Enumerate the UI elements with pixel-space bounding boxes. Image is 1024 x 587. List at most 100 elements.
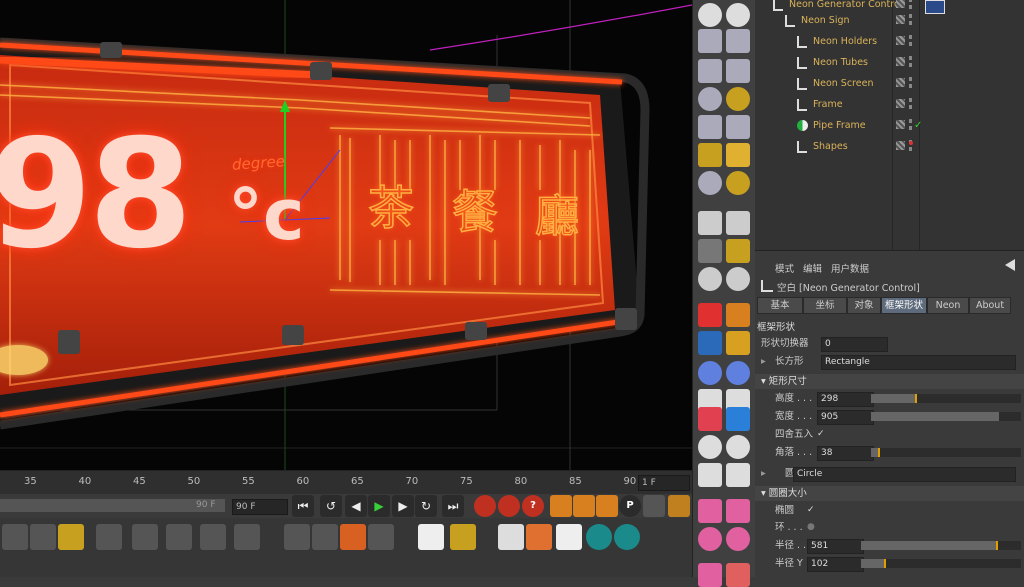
export-icon[interactable] (526, 524, 552, 550)
palette-tool-icon[interactable] (726, 239, 750, 263)
palette-tool-icon[interactable] (726, 463, 750, 487)
enabled-check-icon[interactable]: ✓ (914, 116, 922, 136)
prev-key-button[interactable]: ↺ (320, 495, 342, 517)
globe-icon-2[interactable] (614, 524, 640, 550)
palette-tool-icon[interactable] (698, 211, 722, 235)
ring-checkbox[interactable]: ● (807, 522, 818, 533)
render-toggle-icon[interactable] (909, 14, 912, 25)
attribute-tab[interactable]: 坐标 (803, 297, 847, 314)
palette-tool-icon[interactable] (726, 331, 750, 355)
palette-tool-icon[interactable] (726, 143, 750, 167)
render-toggle-icon[interactable] (909, 56, 912, 67)
palette-tool-icon[interactable] (698, 115, 722, 139)
palette-tool-icon[interactable] (726, 115, 750, 139)
keyframe-help-button[interactable]: ? (522, 495, 544, 517)
tool-icon-6[interactable] (166, 524, 192, 550)
point-level-button[interactable] (643, 495, 665, 517)
palette-tool-icon[interactable] (726, 361, 750, 385)
render-toggle-icon[interactable] (909, 119, 912, 130)
height-field[interactable]: 298 (817, 392, 874, 407)
radius-y-slider[interactable] (861, 559, 1021, 568)
palette-tool-icon[interactable] (726, 527, 750, 551)
round-checkbox[interactable]: ✓ (817, 429, 828, 440)
visibility-toggle-icon[interactable] (896, 36, 905, 45)
width-slider[interactable] (871, 412, 1021, 421)
rect-dropdown[interactable]: Rectangle (821, 355, 1016, 370)
palette-tool-icon[interactable] (698, 303, 722, 327)
visibility-toggle-icon[interactable] (896, 0, 905, 8)
object-row[interactable]: Neon Tubes (755, 53, 1024, 73)
circle-dropdown[interactable]: Circle (793, 467, 1016, 482)
radius-slider[interactable] (861, 541, 1021, 550)
palette-tool-icon[interactable] (726, 435, 750, 459)
height-slider[interactable] (871, 394, 1021, 403)
render-toggle-icon[interactable] (909, 77, 912, 88)
frame-range-slider[interactable] (0, 499, 225, 512)
palette-tool-icon[interactable] (726, 171, 750, 195)
disabled-dot-icon[interactable] (909, 141, 913, 145)
render-toggle-icon[interactable] (909, 98, 912, 109)
visibility-toggle-icon[interactable] (896, 15, 905, 24)
menu-edit[interactable]: 编辑 (803, 261, 822, 275)
palette-tool-icon[interactable] (698, 435, 722, 459)
tool-icon-10[interactable] (312, 524, 338, 550)
section-circle-size[interactable]: ▾ 圆圈大小 (755, 486, 1024, 501)
palette-tool-icon[interactable] (726, 407, 750, 431)
corner-slider[interactable] (871, 448, 1021, 457)
menu-mode[interactable]: 模式 (775, 261, 794, 275)
param-key-button[interactable]: P (619, 495, 641, 517)
filmstrip-button[interactable] (668, 495, 690, 517)
globe-icon-1[interactable] (586, 524, 612, 550)
palette-tool-icon[interactable] (726, 499, 750, 523)
palette-tool-icon[interactable] (698, 361, 722, 385)
autokey-button[interactable] (498, 495, 520, 517)
import-icon[interactable] (498, 524, 524, 550)
step-back-button[interactable]: ◀ (345, 495, 367, 517)
tool-icon-8[interactable] (234, 524, 260, 550)
corner-field[interactable]: 38 (817, 446, 874, 461)
tool-icon-7[interactable] (200, 524, 226, 550)
tool-icon-1[interactable] (2, 524, 28, 550)
palette-tool-icon[interactable] (726, 211, 750, 235)
tool-icon-9[interactable] (284, 524, 310, 550)
object-row[interactable]: Shapes (755, 137, 1024, 157)
attribute-tab[interactable]: About (969, 297, 1011, 314)
goto-start-button[interactable]: ⏮ (292, 495, 314, 517)
palette-tool-icon[interactable] (698, 59, 722, 83)
rotate-key-button[interactable] (596, 495, 618, 517)
palette-tool-icon[interactable] (698, 407, 722, 431)
palette-tool-icon[interactable] (698, 527, 722, 551)
current-frame-field[interactable]: 1 F (638, 475, 690, 491)
radius-field[interactable]: 581 (807, 539, 864, 554)
object-row[interactable]: Neon Sign (755, 11, 1024, 31)
palette-tool-icon[interactable] (698, 143, 722, 167)
heart-icon[interactable] (556, 524, 582, 550)
palette-tool-icon[interactable] (698, 239, 722, 263)
3d-viewport[interactable]: 98 °c degree 茶 餐 廳 (0, 0, 692, 470)
visibility-toggle-icon[interactable] (896, 120, 905, 129)
tool-icon-4[interactable] (96, 524, 122, 550)
render-settings-icon[interactable] (450, 524, 476, 550)
step-forward-button[interactable]: ▶ (392, 495, 414, 517)
palette-tool-icon[interactable] (726, 29, 750, 53)
ellipse-checkbox[interactable]: ✓ (807, 505, 818, 516)
palette-tool-icon[interactable] (698, 331, 722, 355)
visibility-toggle-icon[interactable] (896, 141, 905, 150)
visibility-toggle-icon[interactable] (896, 78, 905, 87)
palette-tool-icon[interactable] (698, 171, 722, 195)
attribute-tab[interactable]: 框架形状 (881, 297, 927, 314)
next-key-button[interactable]: ↻ (415, 495, 437, 517)
attribute-tab[interactable]: Neon (927, 297, 969, 314)
visibility-toggle-icon[interactable] (896, 57, 905, 66)
timeline-ruler[interactable]: 35 40 45 50 55 60 65 70 75 80 85 90 1 F (0, 470, 692, 495)
end-frame-field[interactable]: 90 F (232, 499, 288, 515)
palette-tool-icon[interactable] (698, 463, 722, 487)
palette-tool-icon[interactable] (698, 87, 722, 111)
object-row[interactable]: Pipe Frame ✓ (755, 116, 1024, 136)
tool-icon-5[interactable] (132, 524, 158, 550)
render-toggle-icon[interactable] (909, 35, 912, 46)
play-button[interactable]: ▶ (368, 495, 390, 517)
render-view-icon[interactable] (418, 524, 444, 550)
palette-tool-icon[interactable] (698, 29, 722, 53)
tool-icon-2[interactable] (30, 524, 56, 550)
